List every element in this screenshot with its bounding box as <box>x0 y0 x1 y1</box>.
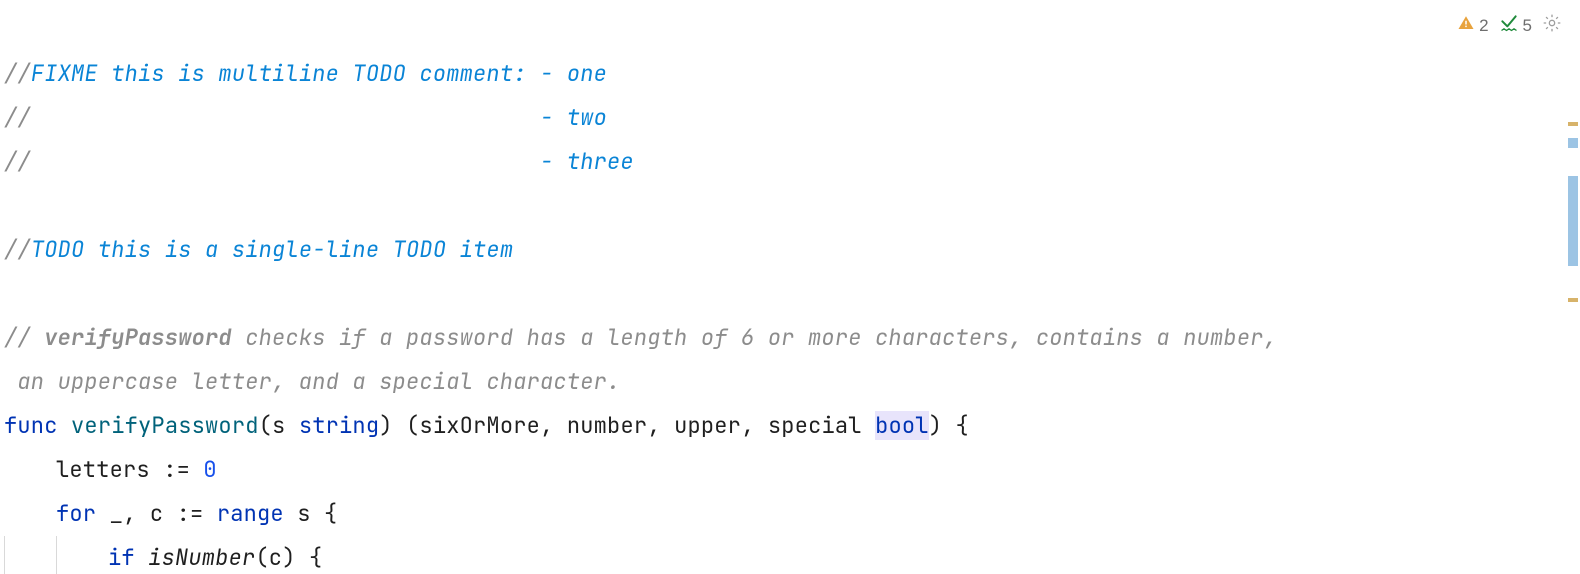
code-editor[interactable]: //FIXME this is multiline TODO comment: … <box>0 0 1580 574</box>
code-text: , <box>647 411 674 440</box>
code-text: upper <box>674 411 741 440</box>
fixme-comment: FIXME this is multiline TODO comment: - … <box>31 59 607 88</box>
indent-guide <box>4 536 5 574</box>
doc-comment-slashes: // <box>4 323 44 352</box>
ruler-marker-info[interactable] <box>1568 138 1578 148</box>
identifier: letters <box>56 455 163 484</box>
code-text: (s <box>259 411 299 440</box>
type-bool: bool <box>875 411 929 440</box>
function-name: verifyPassword <box>71 411 259 440</box>
warning-icon <box>1457 14 1475 37</box>
keyword-if: if <box>108 543 148 572</box>
blank-identifier: _ <box>110 499 123 528</box>
comment-slashes: // <box>4 147 31 176</box>
operator: := <box>163 455 203 484</box>
doc-comment-funcname: verifyPassword <box>44 323 232 352</box>
code-text: number <box>567 411 647 440</box>
code-line[interactable]: // - three <box>4 140 1580 184</box>
keyword-range: range <box>217 499 297 528</box>
comment-slashes: // <box>4 235 31 264</box>
code-line[interactable]: for _, c := range s { <box>4 492 1580 536</box>
number-literal: 0 <box>203 455 216 484</box>
typos-count: 5 <box>1523 16 1532 36</box>
gear-icon[interactable] <box>1542 13 1562 38</box>
code-text: ) { <box>929 411 969 440</box>
code-line-blank[interactable] <box>4 184 1580 228</box>
comment-slashes: // <box>4 59 31 88</box>
ruler-marker-warning[interactable] <box>1568 298 1578 302</box>
comment-slashes: // <box>4 103 31 132</box>
todo-comment: TODO this is a single-line TODO item <box>31 235 513 264</box>
ruler-marker-info[interactable] <box>1568 176 1578 266</box>
code-text: , c <box>123 499 177 528</box>
code-text: special <box>768 411 875 440</box>
type-string: string <box>299 411 379 440</box>
keyword-func: func <box>4 411 71 440</box>
function-call: isNumber <box>148 543 255 572</box>
ruler-marker-warning[interactable] <box>1568 122 1578 126</box>
doc-comment-text: checks if a password has a length of 6 o… <box>232 323 1277 352</box>
code-text: , <box>540 411 567 440</box>
code-text: s { <box>297 499 337 528</box>
checkmark-icon <box>1499 12 1519 39</box>
indent-guide <box>56 536 57 574</box>
code-line[interactable]: // - two <box>4 96 1580 140</box>
warnings-indicator[interactable]: 2 <box>1457 14 1488 37</box>
code-line-blank[interactable] <box>4 272 1580 316</box>
operator: := <box>177 499 217 528</box>
fixme-comment-continuation: - three <box>31 147 634 176</box>
overview-ruler[interactable] <box>1566 40 1580 574</box>
doc-comment-text: an uppercase letter, and a special chara… <box>4 367 620 396</box>
code-text: ) (sixOrMore <box>379 411 540 440</box>
typos-indicator[interactable]: 5 <box>1499 12 1532 39</box>
code-text: , <box>741 411 768 440</box>
code-line[interactable]: //TODO this is a single-line TODO item <box>4 228 1580 272</box>
code-line[interactable]: func verifyPassword(s string) (sixOrMore… <box>4 404 1580 448</box>
code-text: (c) { <box>255 543 322 572</box>
code-line[interactable]: // verifyPassword checks if a password h… <box>4 316 1580 360</box>
warnings-count: 2 <box>1479 16 1488 36</box>
code-line[interactable]: an uppercase letter, and a special chara… <box>4 360 1580 404</box>
fixme-comment-continuation: - two <box>31 103 607 132</box>
code-line[interactable]: //FIXME this is multiline TODO comment: … <box>4 52 1580 96</box>
code-line[interactable]: if isNumber(c) { <box>4 536 1580 574</box>
code-line[interactable]: letters := 0 <box>4 448 1580 492</box>
inspections-widget[interactable]: 2 5 <box>1457 12 1562 39</box>
keyword-for: for <box>56 499 110 528</box>
